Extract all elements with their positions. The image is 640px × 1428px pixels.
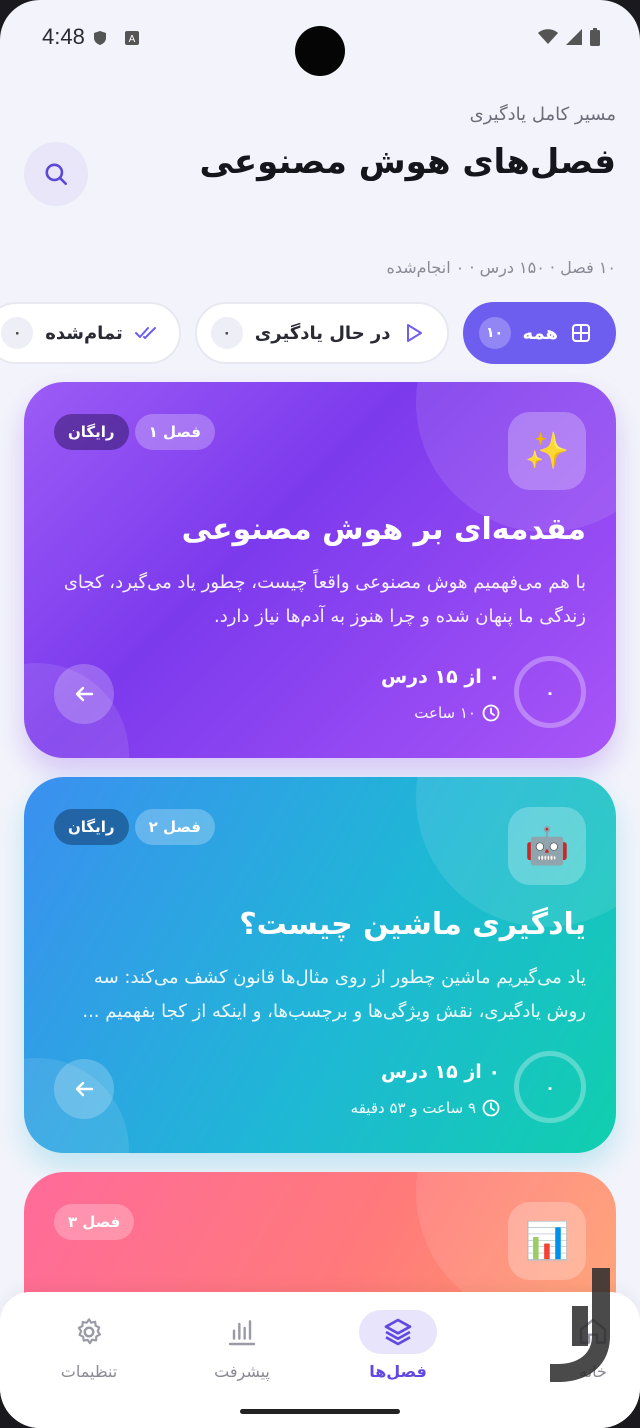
nav-settings[interactable]: تنظیمات	[34, 1310, 144, 1381]
layers-icon	[359, 1310, 437, 1354]
chapter-number-badge: فصل ۱	[134, 414, 215, 450]
chapter-title: مقدمه‌ای بر هوش مصنوعی	[181, 512, 586, 547]
chapter-description: یاد می‌گیریم ماشین چطور از روی مثال‌ها ق…	[82, 967, 586, 1022]
filter-chip-count: ۱۰	[478, 317, 511, 349]
shield-icon	[94, 31, 106, 45]
chapter-badges: فصل ۳	[54, 1204, 135, 1240]
gear-icon	[50, 1310, 128, 1354]
lesson-count: ۰ از ۱۵ درس	[380, 1061, 500, 1083]
filter-chip-all[interactable]: همه ۱۰	[462, 302, 616, 364]
progress-ring: ۰	[514, 656, 586, 728]
svg-text:A: A	[129, 34, 136, 45]
nav-label: فصل‌ها	[369, 1362, 427, 1381]
clock-icon	[482, 1099, 500, 1117]
system-icons	[538, 28, 600, 46]
store-watermark-logo	[550, 1268, 610, 1382]
filter-chip-count: ۰	[1, 317, 34, 349]
status-bar: 4:48 A	[0, 0, 640, 80]
nav-progress[interactable]: پیشرفت	[187, 1310, 297, 1381]
open-chapter-button[interactable]	[54, 1059, 114, 1119]
progress-ring: ۰	[514, 1051, 586, 1123]
app-screen: 4:48 A مسیر کامل یادگیری فصل‌های هوش مصن…	[0, 0, 640, 1428]
battery-icon	[590, 28, 600, 46]
free-badge: رایگان	[54, 809, 129, 845]
chapter-duration: ۹ ساعت و ۵۳ دقیقه	[351, 1099, 500, 1117]
chapter-title: یادگیری ماشین چیست؟	[239, 907, 586, 942]
search-icon	[45, 163, 68, 186]
clock-icon	[482, 704, 500, 722]
open-chapter-button[interactable]	[54, 664, 114, 724]
bar-chart-icon	[203, 1310, 281, 1354]
arrow-left-icon	[75, 1081, 94, 1097]
filter-chip-learning[interactable]: در حال یادگیری ۰	[194, 302, 449, 364]
robot-icon: 🤖	[508, 807, 586, 885]
duration-label: ۱۰ ساعت	[414, 704, 476, 722]
filter-chips: همه ۱۰ در حال یادگیری ۰ تمام‌شده ۰	[0, 302, 616, 364]
arrow-left-icon	[75, 686, 94, 702]
signal-icon	[566, 29, 582, 45]
filter-chip-count: ۰	[210, 317, 243, 349]
summary-stats: ۱۰ فصل · ۱۵۰ درس · ۰ انجام‌شده	[386, 258, 616, 277]
nav-label: تنظیمات	[60, 1362, 118, 1381]
chapter-description: با هم می‌فهمیم هوش مصنوعی واقعاً چیست، چ…	[63, 572, 586, 627]
filter-chip-completed[interactable]: تمام‌شده ۰	[0, 302, 181, 364]
page-subtitle: مسیر کامل یادگیری	[469, 104, 616, 125]
bottom-navigation: خانه فصل‌ها پیشرفت تنظیمات	[0, 1292, 640, 1428]
gesture-bar	[240, 1409, 400, 1414]
status-time: 4:48	[42, 24, 85, 49]
duration-label: ۹ ساعت و ۵۳ دقیقه	[350, 1099, 476, 1117]
page-title: فصل‌های هوش مصنوعی	[199, 142, 616, 182]
front-camera	[295, 26, 345, 76]
filter-chip-label: تمام‌شده	[45, 322, 123, 344]
filter-chip-label: در حال یادگیری	[254, 322, 391, 344]
chapter-badges: رایگان فصل ۱	[54, 414, 215, 450]
chapter-duration: ۱۰ ساعت	[414, 704, 500, 722]
free-badge: رایگان	[54, 414, 129, 450]
chapter-card-1[interactable]: ✨ رایگان فصل ۱ مقدمه‌ای بر هوش مصنوعی با…	[24, 382, 616, 758]
grid-icon	[570, 322, 592, 344]
chapter-number-badge: فصل ۲	[134, 809, 215, 845]
keyboard-a-icon: A	[125, 31, 139, 45]
chapter-card-2[interactable]: 🤖 رایگان فصل ۲ یادگیری ماشین چیست؟ یاد م…	[24, 777, 616, 1153]
chapter-badges: رایگان فصل ۲	[54, 809, 215, 845]
search-button[interactable]	[24, 142, 88, 206]
progress-value: ۰	[545, 682, 555, 702]
nav-chapters[interactable]: فصل‌ها	[343, 1310, 453, 1381]
filter-chip-label: همه	[522, 322, 558, 344]
progress-value: ۰	[545, 1077, 555, 1097]
wifi-icon	[538, 29, 558, 44]
sparkles-icon: ✨	[508, 412, 586, 490]
nav-label: پیشرفت	[214, 1362, 270, 1381]
chapter-number-badge: فصل ۳	[54, 1204, 135, 1240]
lesson-count: ۰ از ۱۵ درس	[380, 666, 500, 688]
play-icon	[403, 322, 425, 344]
double-check-icon	[134, 322, 157, 344]
